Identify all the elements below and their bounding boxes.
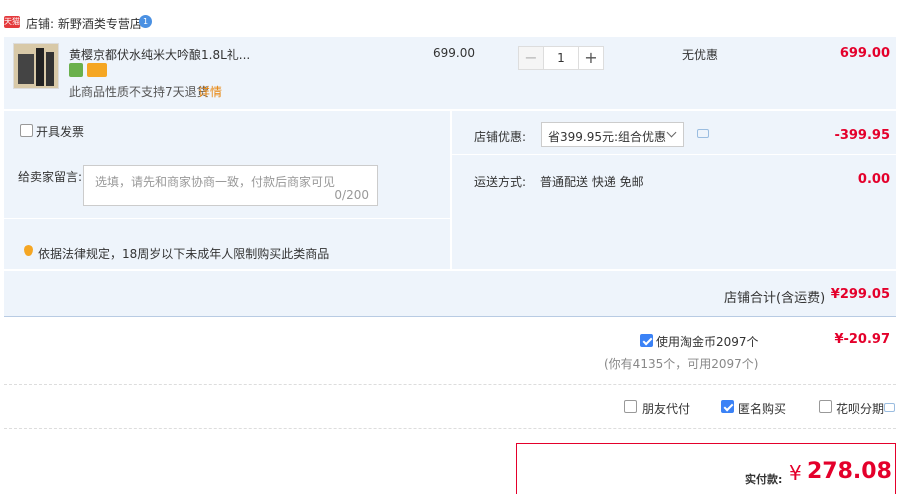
shipping-value: 普通配送 快递 免邮 bbox=[540, 175, 644, 189]
product-image[interactable] bbox=[13, 43, 59, 89]
tmall-badge-icon: 天猫 bbox=[4, 16, 20, 28]
shop-name[interactable]: 店铺: 新野酒类专营店 bbox=[26, 15, 142, 32]
message-counter: 0/200 bbox=[334, 188, 369, 202]
details-link[interactable]: 详情 bbox=[198, 83, 222, 100]
message-label: 给卖家留言: bbox=[18, 170, 83, 184]
coins-label: 使用淘金币2097个 bbox=[656, 335, 759, 349]
shop-discount-select[interactable]: 省399.95元:组合优惠 bbox=[541, 122, 684, 147]
quantity-increase-button[interactable]: + bbox=[578, 46, 604, 70]
chevron-down-icon bbox=[666, 127, 677, 138]
quantity-decrease-button[interactable]: − bbox=[518, 46, 544, 70]
huabei-label: 花呗分期 bbox=[836, 402, 885, 416]
anonymous-checkbox[interactable] bbox=[721, 400, 734, 413]
comment-icon[interactable] bbox=[697, 129, 709, 138]
card-icon bbox=[87, 63, 107, 77]
shop-total-amount: ¥299.05 bbox=[830, 287, 890, 302]
payment-amount: 278.08 bbox=[807, 459, 892, 484]
anonymous-label: 匿名购买 bbox=[738, 402, 787, 416]
shop-discount-selected: 省399.95元:组合优惠 bbox=[548, 130, 667, 144]
shipping-label: 运送方式: bbox=[474, 175, 527, 189]
quantity-input[interactable]: 1 bbox=[544, 46, 578, 70]
info-icon[interactable] bbox=[884, 403, 895, 412]
coins-subtext: (你有4135个，可用2097个) bbox=[604, 357, 759, 371]
unit-price: 699.00 bbox=[433, 46, 475, 60]
chat-bubble-icon[interactable]: 1 bbox=[139, 15, 152, 28]
coins-checkbox[interactable] bbox=[640, 334, 653, 347]
law-notice: 依据法律规定，18周岁以下未成年人限制购买此类商品 bbox=[38, 247, 330, 261]
service-icon bbox=[69, 63, 83, 77]
invoice-label: 开具发票 bbox=[36, 125, 85, 139]
message-textarea[interactable]: 选填，请先和商家协商一致，付款后商家可见 0/200 bbox=[83, 165, 378, 206]
item-discount: 无优惠 bbox=[682, 48, 719, 62]
product-title[interactable]: 黄樱京都伏水纯米大吟酿1.8L礼... bbox=[69, 46, 250, 63]
shop-total-label: 店铺合计(含运费) bbox=[724, 291, 826, 306]
shop-discount-amount: -399.95 bbox=[834, 128, 890, 143]
payment-label: 实付款: bbox=[745, 473, 783, 486]
friend-pay-checkbox[interactable] bbox=[624, 400, 637, 413]
shop-discount-label: 店铺优惠: bbox=[474, 130, 527, 144]
shipping-amount: 0.00 bbox=[857, 172, 890, 187]
payment-currency: ¥ bbox=[789, 461, 802, 485]
huabei-checkbox[interactable] bbox=[819, 400, 832, 413]
coins-amount: ¥-20.97 bbox=[834, 332, 890, 347]
invoice-checkbox[interactable] bbox=[20, 124, 33, 137]
message-placeholder: 选填，请先和商家协商一致，付款后商家可见 bbox=[95, 175, 336, 189]
return-notice: 此商品性质不支持7天退货 bbox=[69, 85, 209, 99]
friend-pay-label: 朋友代付 bbox=[642, 402, 691, 416]
item-subtotal: 699.00 bbox=[839, 46, 890, 61]
